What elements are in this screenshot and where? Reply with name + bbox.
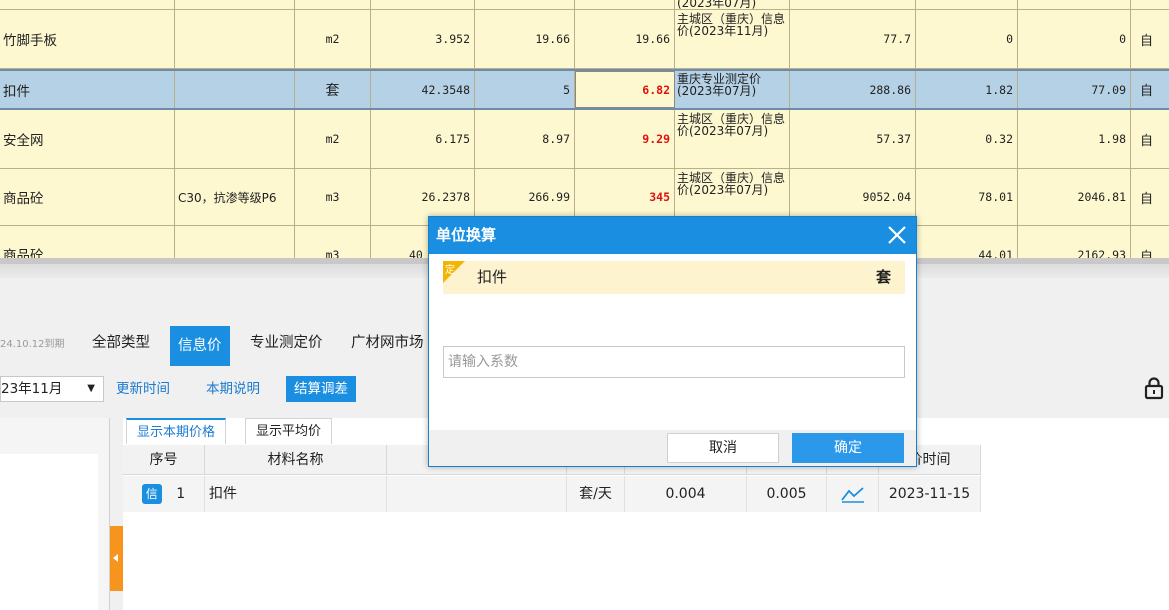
cell-tail: 自 xyxy=(1140,133,1154,149)
cell-price-1: 0.004 xyxy=(625,476,747,512)
cell-price[interactable]: 19.66 xyxy=(575,10,675,68)
cell-name: 商品砼 xyxy=(0,226,175,258)
cancel-button[interactable]: 取消 xyxy=(667,433,779,463)
cell-name: 商品砼 xyxy=(0,169,175,225)
cell-unit: 套/天 xyxy=(567,476,625,512)
tab-all-types[interactable]: 全部类型 xyxy=(84,331,158,369)
cell-spec xyxy=(175,226,295,258)
header-material-name: 材料名称 xyxy=(205,445,387,475)
close-icon[interactable] xyxy=(886,224,908,246)
cell-total: 77.7 xyxy=(790,10,916,68)
period-label: 24.10.12到期 xyxy=(0,339,65,350)
dialog-footer: 取消 确定 xyxy=(429,430,916,466)
tab-info-price[interactable]: 信息价 xyxy=(170,326,230,366)
subtab-current-price[interactable]: 显示本期价格 xyxy=(126,418,227,444)
cell-diff: 0 xyxy=(916,10,1018,68)
cell-spec xyxy=(175,10,295,68)
cell-diff-total: 1.98 xyxy=(1018,110,1131,168)
cell-name: 安全网 xyxy=(0,110,175,168)
tab-market-price[interactable]: 广材网市场 xyxy=(343,331,432,369)
cell-unit: m3 xyxy=(295,169,371,225)
tab-professional-price[interactable]: 专业测定价 xyxy=(242,331,331,369)
cell-qty: 6.175 xyxy=(371,110,475,168)
chevron-left-icon xyxy=(113,554,118,562)
subtab-average-price[interactable]: 显示平均价 xyxy=(245,418,333,444)
cell-tail: 自 xyxy=(1140,84,1154,99)
cell-total: 288.86 xyxy=(790,71,916,108)
grid-row-partial[interactable]: (2023年07月) xyxy=(0,0,1169,10)
table-row[interactable]: 信 1 扣件 套/天 0.004 0.005 2023-11-15 xyxy=(123,476,981,512)
cell-diff-total: 77.09 xyxy=(1018,71,1131,108)
cell-total: 57.37 xyxy=(790,110,916,168)
cell-diff-total: 0 xyxy=(1018,10,1131,68)
cell-trend xyxy=(827,476,879,512)
fixed-price-corner-icon: 定 xyxy=(443,261,465,283)
cell-material-name: 扣件 xyxy=(205,476,387,512)
cell-qty: 3.952 xyxy=(371,10,475,68)
cell-diff: 0.32 xyxy=(916,110,1018,168)
cell-spec xyxy=(175,71,295,108)
unit-conversion-dialog: 单位换算 定 扣件 套 取消 确定 xyxy=(428,216,917,467)
cell-price[interactable]: 9.29 xyxy=(575,110,675,168)
cell-price-2: 0.005 xyxy=(747,476,827,512)
header-index: 序号 xyxy=(123,445,205,475)
cell-source: 主城区（重庆）信息价(2023年07月) xyxy=(675,110,790,168)
collapse-handle[interactable] xyxy=(110,526,123,591)
grid-fragment: (2023年07月) xyxy=(675,0,790,9)
dialog-title: 单位换算 xyxy=(429,217,916,254)
lock-icon[interactable] xyxy=(1143,376,1165,400)
cell-diff: 78.01 xyxy=(916,169,1018,225)
cell-source: 重庆专业测定价(2023年07月) xyxy=(675,71,790,108)
cell-base-price: 19.66 xyxy=(475,10,575,68)
cell-spec xyxy=(387,476,567,512)
coefficient-input[interactable] xyxy=(443,346,905,378)
cell-spec xyxy=(175,110,295,168)
cell-diff-total: 2046.81 xyxy=(1018,169,1131,225)
cell-source: 主城区（重庆）信息价(2023年11月) xyxy=(675,10,790,68)
period-desc-button[interactable]: 本期说明 xyxy=(200,376,266,402)
cell-diff-total: 2162.93 xyxy=(1018,226,1131,258)
grid-row-selected[interactable]: 扣件 套 42.3548 5 6.82 重庆专业测定价(2023年07月) 28… xyxy=(0,69,1169,110)
cell-unit: m2 xyxy=(295,110,371,168)
material-name: 扣件 xyxy=(477,268,508,286)
cell-index: 信 1 xyxy=(123,476,205,512)
cell-name: 竹脚手板 xyxy=(0,10,175,68)
cell-diff: 1.82 xyxy=(916,71,1018,108)
cell-tail: 自 xyxy=(1140,250,1154,258)
cell-date: 2023-11-15 xyxy=(879,476,981,512)
cell-tail: 自 xyxy=(1140,33,1154,49)
row-index: 1 xyxy=(176,486,186,502)
cell-qty: 42.3548 xyxy=(371,71,475,108)
cell-unit: m3 xyxy=(295,226,371,258)
month-select[interactable]: 23年11月 ▼ xyxy=(0,376,104,402)
cell-base-price: 8.97 xyxy=(475,110,575,168)
selected-material: 定 扣件 套 xyxy=(443,261,905,294)
cell-diff: 44.01 xyxy=(916,226,1018,258)
cell-unit: 套 xyxy=(295,71,371,108)
chevron-down-icon: ▼ xyxy=(87,383,95,394)
month-value: 23年11月 xyxy=(1,381,63,397)
grid-row[interactable]: 竹脚手板 m2 3.952 19.66 19.66 主城区（重庆）信息价(202… xyxy=(0,10,1169,69)
cell-name: 扣件 xyxy=(0,71,175,108)
material-unit: 套 xyxy=(875,268,891,286)
cell-price[interactable]: 6.82 xyxy=(575,71,675,108)
cell-spec: C30，抗渗等级P6 xyxy=(175,169,295,225)
ok-button[interactable]: 确定 xyxy=(792,433,904,463)
settle-adjust-button[interactable]: 结算调差 xyxy=(286,376,356,402)
cell-tail: 自 xyxy=(1140,191,1154,207)
category-tree-pane xyxy=(0,418,110,610)
cell-unit: m2 xyxy=(295,10,371,68)
ding-badge-text: 定 xyxy=(445,263,455,276)
grid-row[interactable]: 安全网 m2 6.175 8.97 9.29 主城区（重庆）信息价(2023年0… xyxy=(0,110,1169,169)
category-tree[interactable] xyxy=(0,454,98,610)
cell-base-price: 5 xyxy=(475,71,575,108)
info-badge: 信 xyxy=(141,484,162,504)
update-time-button[interactable]: 更新时间 xyxy=(110,376,176,402)
trend-chart-icon[interactable] xyxy=(840,485,865,503)
